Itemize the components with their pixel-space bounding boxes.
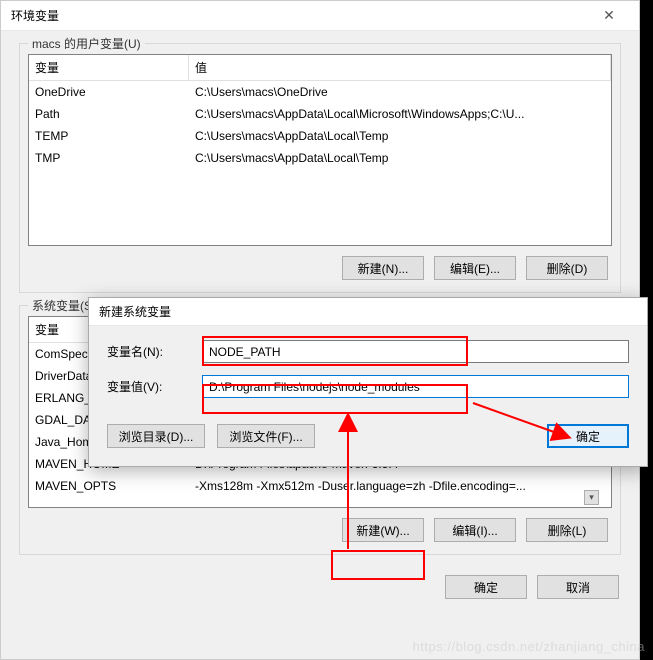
table-row[interactable]: TMPC:\Users\macs\AppData\Local\Temp	[29, 147, 611, 169]
var-value-cell: C:\Users\macs\OneDrive	[189, 81, 611, 103]
ok-button[interactable]: 确定	[445, 575, 527, 599]
sub-ok-button[interactable]: 确定	[547, 424, 629, 448]
browse-dir-button[interactable]: 浏览目录(D)...	[107, 424, 205, 448]
var-name-cell: MAVEN_OPTS	[29, 475, 189, 497]
col-header-name[interactable]: 变量	[29, 55, 189, 80]
titlebar: 环境变量 ✕	[1, 1, 639, 31]
user-delete-button[interactable]: 删除(D)	[526, 256, 608, 280]
watermark: https://blog.csdn.net/zhanjiang_china	[413, 639, 645, 654]
cancel-button[interactable]: 取消	[537, 575, 619, 599]
var-value-cell: C:\Users\macs\AppData\Local\Microsoft\Wi…	[189, 103, 611, 125]
var-value-label: 变量值(V):	[107, 378, 202, 395]
var-name-row: 变量名(N):	[107, 340, 629, 363]
var-value-cell: C:\Users\macs\AppData\Local\Temp	[189, 147, 611, 169]
var-value-cell: C:\Users\macs\AppData\Local\Temp	[189, 125, 611, 147]
user-vars-group: macs 的用户变量(U) 变量 值 OneDriveC:\Users\macs…	[19, 43, 621, 293]
table-row[interactable]: TEMPC:\Users\macs\AppData\Local\Temp	[29, 125, 611, 147]
var-name-input[interactable]	[202, 340, 629, 363]
var-name-cell: TMP	[29, 147, 189, 169]
var-value-cell: -Xms128m -Xmx512m -Duser.language=zh -Df…	[189, 475, 611, 497]
new-system-var-dialog: 新建系统变量 变量名(N): 变量值(V): 浏览目录(D)... 浏览文件(F…	[88, 297, 648, 467]
user-new-button[interactable]: 新建(N)...	[342, 256, 424, 280]
sub-dialog-title: 新建系统变量	[99, 303, 171, 320]
col-header-value[interactable]: 值	[189, 55, 611, 80]
var-name-cell: Path	[29, 103, 189, 125]
sub-titlebar: 新建系统变量	[89, 298, 647, 326]
scroll-down-icon[interactable]: ▾	[584, 490, 599, 505]
var-name-cell: TEMP	[29, 125, 189, 147]
footer-buttons: 确定 取消	[1, 561, 639, 613]
browse-file-button[interactable]: 浏览文件(F)...	[217, 424, 315, 448]
system-edit-button[interactable]: 编辑(I)...	[434, 518, 516, 542]
user-vars-title: macs 的用户变量(U)	[28, 35, 145, 52]
dialog-title: 环境变量	[11, 7, 59, 24]
system-buttons: 新建(W)... 编辑(I)... 删除(L)	[28, 508, 612, 544]
system-new-button[interactable]: 新建(W)...	[342, 518, 424, 542]
user-vars-table[interactable]: 变量 值 OneDriveC:\Users\macs\OneDrivePathC…	[28, 54, 612, 246]
system-delete-button[interactable]: 删除(L)	[526, 518, 608, 542]
var-value-row: 变量值(V):	[107, 375, 629, 398]
table-row[interactable]: OneDriveC:\Users\macs\OneDrive	[29, 81, 611, 103]
var-value-input[interactable]	[202, 375, 629, 398]
user-edit-button[interactable]: 编辑(E)...	[434, 256, 516, 280]
close-icon[interactable]: ✕	[589, 7, 629, 24]
var-name-cell: OneDrive	[29, 81, 189, 103]
var-name-label: 变量名(N):	[107, 343, 202, 360]
user-table-header: 变量 值	[29, 55, 611, 81]
table-row[interactable]: PathC:\Users\macs\AppData\Local\Microsof…	[29, 103, 611, 125]
user-buttons: 新建(N)... 编辑(E)... 删除(D)	[28, 246, 612, 282]
table-row[interactable]: MAVEN_OPTS-Xms128m -Xmx512m -Duser.langu…	[29, 475, 611, 497]
